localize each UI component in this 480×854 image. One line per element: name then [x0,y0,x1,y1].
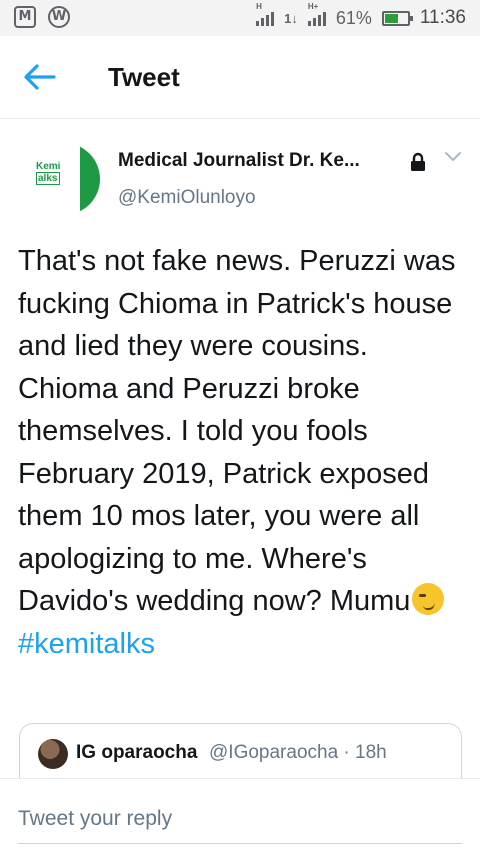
status-system-icons: H 1↓ H+ 61% 11:36 [256,0,466,36]
status-clock: 11:36 [419,7,466,28]
wordpress-icon: W [48,6,70,28]
tweet-text: That's not fake news. Peruzzi was fuckin… [18,240,468,665]
chevron-down-icon[interactable] [444,150,462,164]
lock-icon [411,152,425,171]
author-name[interactable]: Medical Journalist Dr. Ke... [118,150,360,172]
status-bar: M W H 1↓ H+ 61% 11:36 [0,0,480,36]
signal-strength-icon-2: H+ [307,2,326,26]
smirk-emoji-icon [412,583,445,615]
quoted-avatar [38,739,68,769]
header-divider [0,118,480,119]
author-handle[interactable]: @KemiOlunloyo [118,187,256,209]
signal-strength-icon: H [256,2,275,26]
battery-icon [381,10,413,26]
reply-input[interactable]: Tweet your reply [18,807,172,831]
avatar-green-band [80,143,100,215]
status-notification-icons: M W [14,6,70,28]
battery-percent: 61% [335,7,372,28]
quoted-author-name: IG oparaocha [76,742,198,763]
hashtag-link[interactable]: #kemitalks [18,623,468,666]
gmail-icon: M [14,6,36,28]
reply-underline [18,843,462,844]
arrow-left-icon[interactable] [22,62,56,92]
quoted-author-meta: @IGoparaocha · 18h [209,742,387,763]
data-activity-icon: 1↓ [284,10,298,26]
app-header: Tweet [0,36,480,118]
avatar-logo-text: Kemi alks [36,161,61,185]
tweet-body: That's not fake news. Peruzzi was fuckin… [18,245,456,617]
author-avatar[interactable]: Kemi alks [18,143,100,215]
page-title: Tweet [108,62,180,92]
